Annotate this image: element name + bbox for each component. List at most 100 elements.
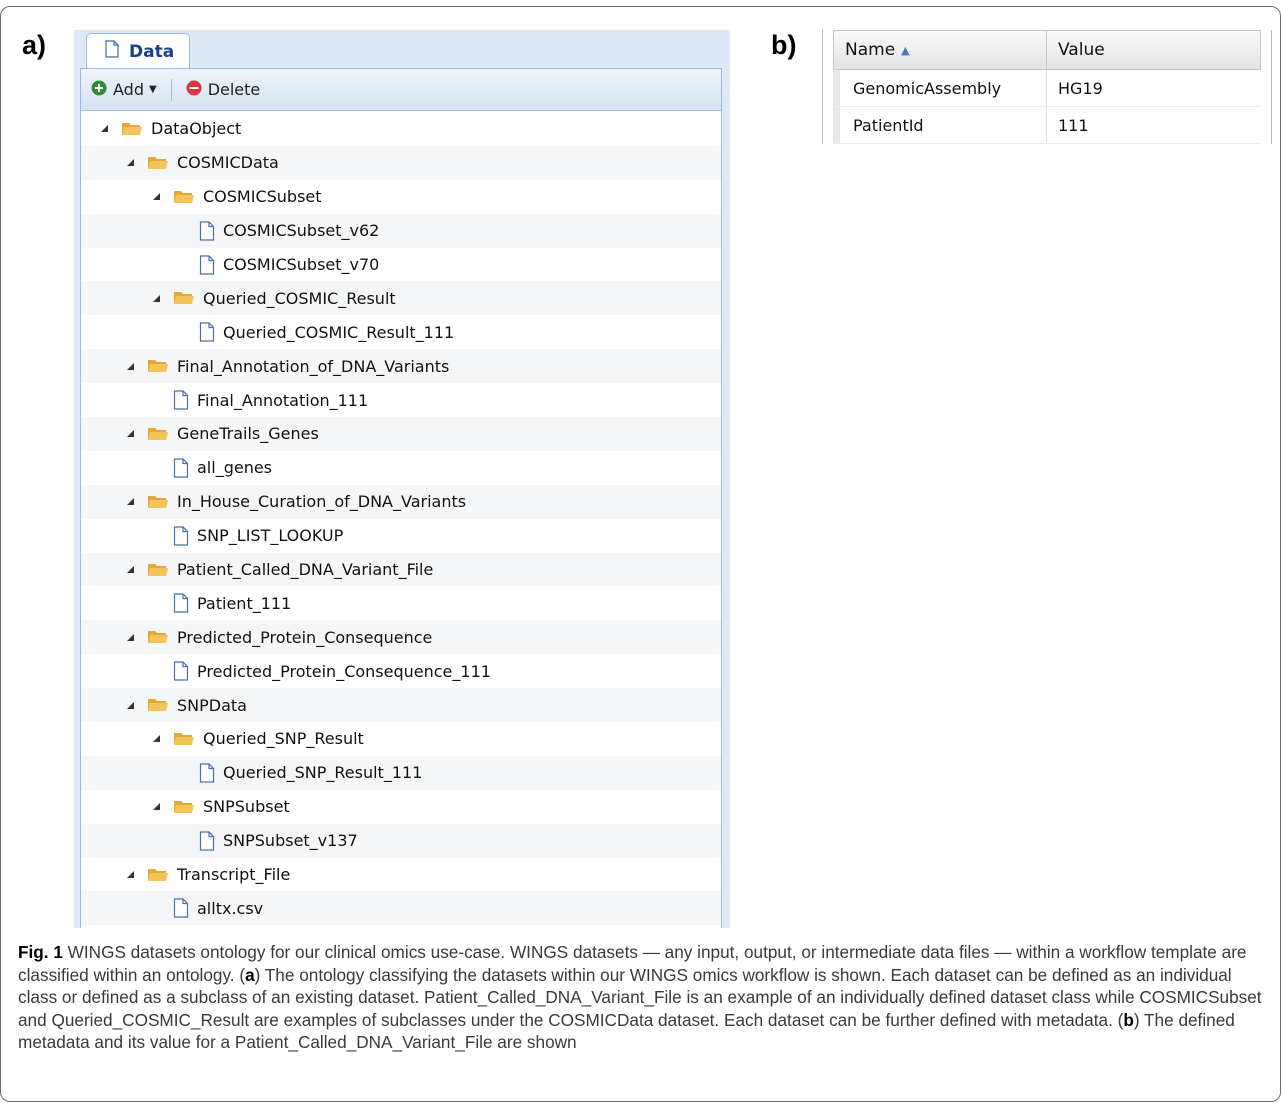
folder-icon: [147, 494, 169, 510]
tree-node[interactable]: SNPData: [81, 688, 721, 723]
grid-header: Name ▲ Value: [833, 30, 1261, 70]
table-row[interactable]: GenomicAssembly HG19: [833, 70, 1261, 107]
tree-node-label: COSMICData: [177, 153, 279, 173]
column-header-value-label: Value: [1058, 40, 1105, 60]
expand-arrow-icon[interactable]: [123, 565, 137, 574]
tree-node-label: Patient_Called_DNA_Variant_File: [177, 560, 434, 580]
folder-icon: [147, 426, 169, 442]
tree-node-label: Queried_SNP_Result_111: [223, 763, 423, 783]
toolbar-divider: [170, 78, 172, 101]
expand-arrow-icon[interactable]: [123, 497, 137, 506]
tree-node-label: Final_Annotation_of_DNA_Variants: [177, 356, 450, 376]
tree-node-label: COSMICSubset_v62: [223, 221, 380, 241]
tree-node-label: Predicted_Protein_Consequence: [177, 627, 433, 647]
folder-icon: [173, 290, 195, 306]
delete-button[interactable]: Delete: [186, 80, 261, 100]
tab-data[interactable]: Data: [86, 33, 190, 69]
folder-icon: [147, 155, 169, 171]
tree-node-label: SNPSubset: [203, 797, 290, 817]
expand-arrow-icon[interactable]: [97, 124, 111, 133]
tree-node[interactable]: Final_Annotation_111: [81, 383, 721, 417]
expand-arrow-icon[interactable]: [149, 802, 163, 811]
figure-caption: Fig. 1 WINGS datasets ontology for our c…: [18, 941, 1268, 1054]
cell-name: PatientId: [833, 107, 1047, 143]
tree-node[interactable]: COSMICSubset: [81, 180, 721, 214]
tree-node-label: Queried_COSMIC_Result_111: [223, 322, 455, 342]
expand-arrow-icon[interactable]: [149, 734, 163, 743]
tree-node[interactable]: Final_Annotation_of_DNA_Variants: [81, 349, 721, 384]
delete-label: Delete: [207, 80, 261, 99]
tree-view: DataObject COSMICData COSMICSubset COSMICSu…: [81, 111, 721, 926]
caption-letter-b: b: [1123, 1009, 1134, 1030]
tree-node[interactable]: GeneTrails_Genes: [81, 417, 721, 451]
tree-node[interactable]: DataObject: [81, 112, 721, 146]
tree-node-label: COSMICSubset_v70: [223, 255, 380, 274]
tree-node-label: SNP_LIST_LOOKUP: [197, 526, 344, 546]
tree-node[interactable]: Queried_SNP_Result_111: [81, 755, 721, 790]
file-icon: [173, 458, 189, 478]
toolbar: Add ▼ Delete: [81, 69, 721, 111]
delete-icon: [186, 80, 202, 100]
tree-node-label: alltx.csv: [197, 898, 264, 918]
tree-node[interactable]: Patient_111: [81, 586, 721, 620]
tab-data-label: Data: [129, 41, 175, 62]
file-icon: [173, 593, 189, 614]
tree-node[interactable]: Queried_SNP_Result: [81, 722, 721, 756]
add-label: Add: [113, 80, 144, 99]
cell-value: HG19: [1058, 78, 1103, 98]
tree-node[interactable]: Predicted_Protein_Consequence: [81, 620, 721, 655]
data-tree-container: Add ▼ Delete DataObject COSMICData COSMICS…: [80, 68, 722, 928]
add-icon: [91, 80, 107, 100]
tree-node[interactable]: SNPSubset: [81, 790, 721, 824]
folder-icon: [147, 358, 169, 374]
column-header-value[interactable]: Value: [1047, 31, 1260, 69]
tree-node-label: Queried_SNP_Result: [203, 729, 364, 749]
file-icon: [199, 254, 215, 275]
file-icon: [173, 390, 189, 410]
tree-node-label: all_genes: [197, 458, 273, 478]
tree-node[interactable]: Queried_COSMIC_Result: [81, 281, 721, 316]
tree-node[interactable]: SNPSubset_v137: [81, 823, 721, 858]
tree-node-label: Queried_COSMIC_Result: [203, 288, 396, 308]
expand-arrow-icon[interactable]: [123, 870, 137, 879]
tree-node[interactable]: alltx.csv: [81, 891, 721, 926]
expand-arrow-icon[interactable]: [123, 429, 137, 438]
tree-node-label: GeneTrails_Genes: [177, 424, 319, 444]
file-icon: [199, 763, 215, 783]
tree-node[interactable]: In_House_Curation_of_DNA_Variants: [81, 484, 721, 519]
tree-node[interactable]: all_genes: [81, 451, 721, 485]
tree-node[interactable]: SNP_LIST_LOOKUP: [81, 519, 721, 553]
file-icon: [173, 526, 189, 546]
folder-icon: [173, 731, 195, 747]
folder-icon: [121, 121, 143, 137]
expand-arrow-icon[interactable]: [149, 192, 163, 201]
folder-icon: [147, 562, 169, 578]
tree-node[interactable]: Predicted_Protein_Consequence_111: [81, 654, 721, 688]
expand-arrow-icon[interactable]: [123, 633, 137, 642]
expand-arrow-icon[interactable]: [149, 294, 163, 303]
file-icon: [105, 40, 129, 63]
table-row[interactable]: PatientId 111: [833, 107, 1261, 144]
tree-node-label: In_House_Curation_of_DNA_Variants: [177, 492, 467, 512]
file-icon: [199, 831, 215, 851]
expand-arrow-icon[interactable]: [123, 362, 137, 371]
folder-icon: [147, 629, 169, 645]
add-button[interactable]: Add ▼: [91, 80, 157, 100]
tree-node[interactable]: Queried_COSMIC_Result_111: [81, 315, 721, 349]
expand-arrow-icon[interactable]: [123, 701, 137, 710]
expand-arrow-icon[interactable]: [123, 158, 137, 167]
tree-node[interactable]: Patient_Called_DNA_Variant_File: [81, 552, 721, 587]
sort-asc-icon: ▲: [901, 43, 910, 57]
data-panel: Data Add ▼ Delete DataObject COSMICData CO…: [74, 30, 730, 928]
column-header-name[interactable]: Name ▲: [834, 31, 1047, 69]
tree-node[interactable]: COSMICSubset_v62: [81, 213, 721, 248]
folder-icon: [147, 697, 169, 713]
tree-node[interactable]: COSMICData: [81, 145, 721, 180]
tree-node-label: Predicted_Protein_Consequence_111: [197, 661, 491, 681]
tree-node[interactable]: Transcript_File: [81, 858, 721, 892]
panel-a-label: a): [22, 30, 47, 60]
file-icon: [173, 898, 189, 919]
tree-node[interactable]: COSMICSubset_v70: [81, 248, 721, 282]
tree-node-label: DataObject: [151, 119, 242, 139]
tree-node-label: Transcript_File: [177, 865, 291, 885]
